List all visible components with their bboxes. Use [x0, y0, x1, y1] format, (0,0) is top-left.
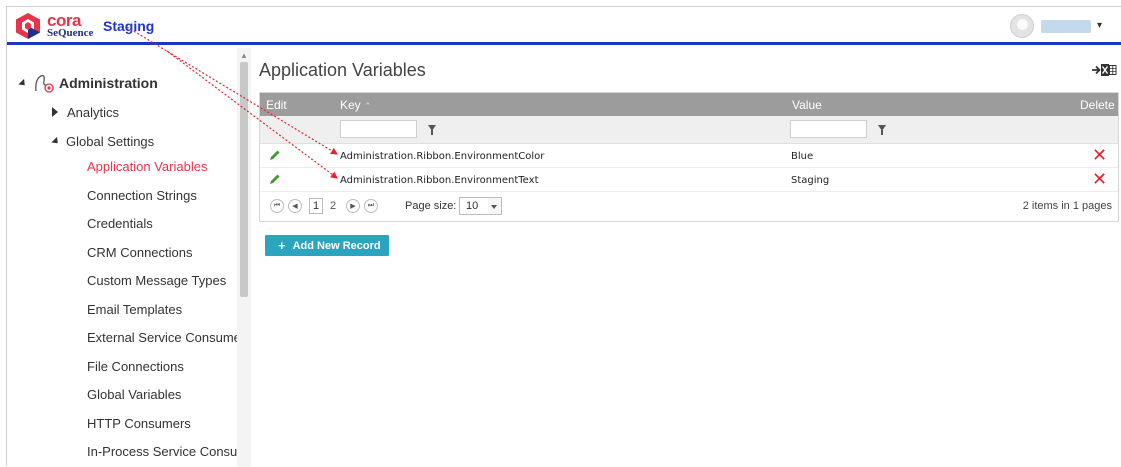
- column-header-key[interactable]: Key ⌃: [340, 98, 372, 112]
- first-page-icon[interactable]: ⏮: [270, 199, 284, 213]
- grid-pager: ⏮ ◀ 1 2 ▶ ⏭ Page size: 10 2 items in 1 p…: [260, 192, 1118, 222]
- table-row: Administration.Ribbon.EnvironmentColor B…: [260, 144, 1118, 168]
- page-size-label: Page size:: [405, 200, 457, 212]
- scrollbar-thumb[interactable]: [240, 62, 248, 297]
- next-page-icon[interactable]: ▶: [346, 199, 360, 213]
- sort-indicator-icon: ⌃: [364, 101, 372, 111]
- sidebar-item-connection-strings[interactable]: Connection Strings: [87, 185, 197, 205]
- sidebar-item-application-variables[interactable]: Application Variables: [87, 156, 207, 176]
- value-filter-icon[interactable]: [878, 125, 886, 135]
- add-new-record-button[interactable]: + Add New Record: [265, 235, 389, 256]
- plus-icon: +: [278, 238, 286, 253]
- row-value: Blue: [791, 151, 814, 162]
- value-filter-input[interactable]: [790, 120, 867, 138]
- sidebar-item-crm-connections[interactable]: CRM Connections: [87, 242, 193, 262]
- page-size-dropdown-icon[interactable]: [488, 197, 502, 215]
- column-header-edit: Edit: [266, 98, 287, 112]
- delete-x-icon[interactable]: ✕: [1092, 145, 1107, 166]
- sidebar-item-custom-message-types[interactable]: Custom Message Types: [87, 270, 226, 290]
- tree-label-global-settings: Global Settings: [66, 133, 155, 149]
- page-number-current[interactable]: 1: [309, 198, 323, 214]
- environment-text: Staging: [103, 18, 155, 34]
- user-menu-caret-icon[interactable]: ▾: [1097, 20, 1102, 31]
- sidebar-item-file-connections[interactable]: File Connections: [87, 356, 184, 376]
- sidebar-scrollbar[interactable]: ▲: [237, 48, 251, 467]
- row-key: Administration.Ribbon.EnvironmentColor: [340, 151, 545, 162]
- sidebar-item-http-consumers[interactable]: HTTP Consumers: [87, 413, 191, 433]
- filter-row: [260, 116, 1118, 144]
- app-frame: cora SeQuence Staging ▾ Administration A…: [6, 6, 1121, 467]
- sidebar-item-email-templates[interactable]: Email Templates: [87, 299, 182, 319]
- column-header-delete: Delete: [1080, 98, 1115, 112]
- user-name-redacted[interactable]: [1041, 20, 1091, 33]
- edit-pencil-icon[interactable]: [269, 173, 281, 185]
- sidebar-nav: Administration Analytics Global Settings…: [7, 48, 251, 467]
- user-avatar-icon[interactable]: [1010, 14, 1034, 38]
- collapse-triangle-icon[interactable]: [51, 136, 61, 146]
- logo-sequence-text: SeQuence: [47, 27, 94, 39]
- page-size-select[interactable]: 10: [459, 197, 489, 215]
- sidebar-item-global-variables[interactable]: Global Variables: [87, 384, 181, 404]
- row-key: Administration.Ribbon.EnvironmentText: [340, 175, 539, 186]
- page-number[interactable]: 2: [326, 198, 340, 214]
- cora-logo-icon[interactable]: [16, 13, 40, 39]
- variables-grid: Edit Key ⌃ Value Delete Administration.R…: [259, 92, 1119, 222]
- previous-page-icon[interactable]: ◀: [288, 199, 302, 213]
- column-header-value[interactable]: Value: [792, 98, 822, 112]
- expand-triangle-icon[interactable]: [52, 107, 58, 117]
- logo-wordmark[interactable]: cora SeQuence: [47, 12, 93, 39]
- tree-node-administration[interactable]: Administration: [18, 72, 158, 94]
- page-title: Application Variables: [259, 60, 426, 80]
- column-header-key-label: Key: [340, 98, 361, 112]
- last-page-icon[interactable]: ⏭: [364, 199, 378, 213]
- grid-header: Edit Key ⌃ Value Delete: [260, 93, 1118, 116]
- tree-label-analytics: Analytics: [67, 104, 120, 120]
- edit-pencil-icon[interactable]: [269, 149, 281, 161]
- main-content: Application Variables Edit Key ⌃ Value D…: [259, 48, 1119, 467]
- add-new-record-label: Add New Record: [292, 239, 381, 252]
- table-row: Administration.Ribbon.EnvironmentText St…: [260, 168, 1118, 192]
- sidebar-item-in-process-service-consumers[interactable]: In-Process Service Consume: [87, 441, 250, 461]
- tree-node-global-settings[interactable]: Global Settings: [51, 131, 155, 151]
- tree-node-analytics[interactable]: Analytics: [52, 102, 119, 122]
- sidebar-item-external-service-consumers[interactable]: External Service Consumers: [87, 327, 250, 347]
- key-filter-icon[interactable]: [428, 125, 436, 135]
- export-to-excel-icon[interactable]: [1091, 63, 1117, 77]
- scroll-up-arrow-icon[interactable]: ▲: [240, 51, 248, 60]
- sidebar-item-credentials[interactable]: Credentials: [87, 213, 153, 233]
- administration-icon: [35, 74, 54, 93]
- top-bar: cora SeQuence Staging ▾: [7, 7, 1121, 45]
- pager-info: 2 items in 1 pages: [1022, 200, 1112, 212]
- collapse-triangle-icon[interactable]: [18, 78, 28, 88]
- row-value: Staging: [791, 175, 830, 186]
- delete-x-icon[interactable]: ✕: [1092, 169, 1107, 190]
- key-filter-input[interactable]: [340, 120, 417, 138]
- tree-label-administration: Administration: [59, 75, 158, 91]
